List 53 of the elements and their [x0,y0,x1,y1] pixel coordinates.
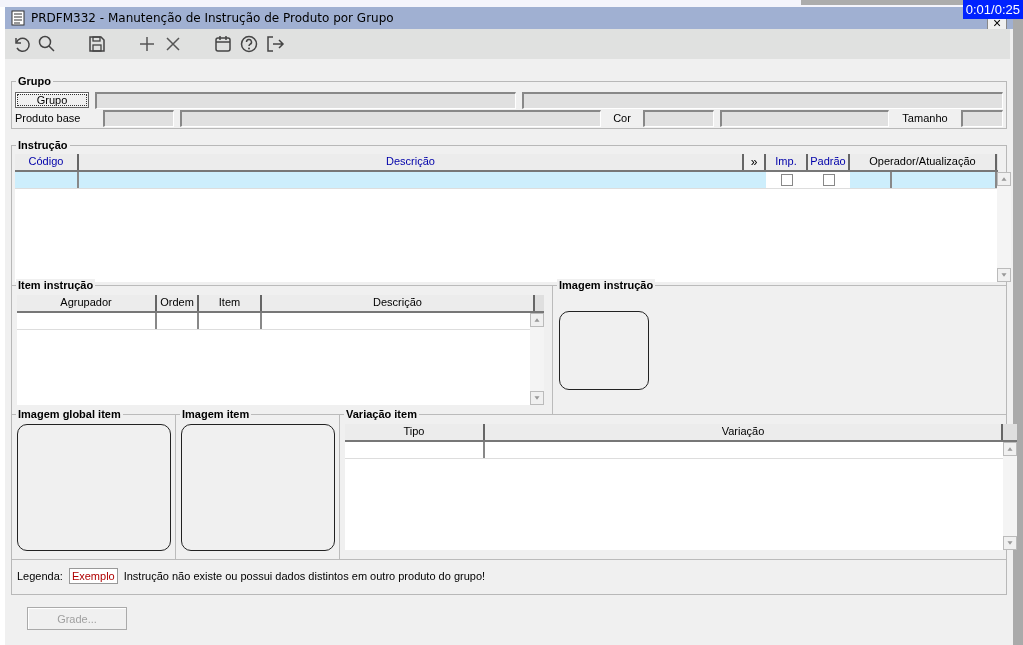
legend-sample: Exemplo [68,568,118,584]
column-header[interactable]: Agrupador [17,295,157,311]
legend-label: Legenda: [17,570,63,582]
product-code-field[interactable] [103,109,174,127]
color-code-field[interactable] [643,109,714,127]
size-field[interactable] [961,109,1003,127]
save-icon[interactable] [87,34,107,54]
group-name-field[interactable] [522,91,1003,109]
window-title: PRDFM332 - Manutenção de Instrução de Produto por Grupo [31,11,395,25]
help-icon[interactable] [239,34,259,54]
section-title: Imagem item [180,408,252,421]
field-label: Tamanho [901,112,949,124]
document-icon [11,10,25,26]
exit-icon[interactable] [265,34,285,54]
column-header[interactable]: Operador/Atualização [850,154,997,170]
checkbox[interactable] [781,174,793,186]
scrollbar[interactable] [1003,442,1017,550]
section-title: Imagem instrução [557,279,656,292]
expand-columns-button[interactable]: » [744,154,766,170]
column-header[interactable]: Tipo [345,424,485,440]
checkbox[interactable] [823,174,835,186]
scrollbar[interactable] [530,313,544,405]
add-icon[interactable] [137,34,157,54]
section-title: Variação item [344,408,419,421]
scroll-down-icon[interactable] [530,391,544,405]
product-name-field[interactable] [180,109,601,127]
search-icon[interactable] [37,34,57,54]
scrollbar[interactable] [997,172,1011,282]
scroll-up-icon[interactable] [1003,442,1017,456]
field-label: Produto base [15,112,82,124]
scroll-up-icon[interactable] [997,172,1011,186]
column-header[interactable]: Código [15,154,79,170]
scroll-up-icon[interactable] [530,313,544,327]
calendar-icon[interactable] [213,34,233,54]
column-header[interactable]: Descrição [79,154,744,170]
section-title: Grupo [16,75,53,88]
color-name-field[interactable] [720,109,889,127]
column-header[interactable]: Ordem [157,295,199,311]
column-header[interactable]: Padrão [808,154,850,170]
section-title: Instrução [16,139,70,152]
video-timestamp: 0:01/0:25 [962,0,1023,19]
legend-text: Instrução não existe ou possui dados distintos em outro produto do grupo! [123,570,486,582]
field-label: Cor [612,112,632,124]
scroll-down-icon[interactable] [997,268,1011,282]
scroll-down-icon[interactable] [1003,536,1017,550]
column-header[interactable]: Item [199,295,262,311]
group-code-field[interactable] [95,91,516,109]
section-title: Imagem global item [16,408,123,421]
column-header[interactable]: Descrição [262,295,535,311]
section-title: Item instrução [16,279,96,292]
group-button[interactable]: Grupo [15,92,89,108]
column-header[interactable]: Variação [485,424,1003,440]
column-header[interactable]: Imp. [766,154,808,170]
